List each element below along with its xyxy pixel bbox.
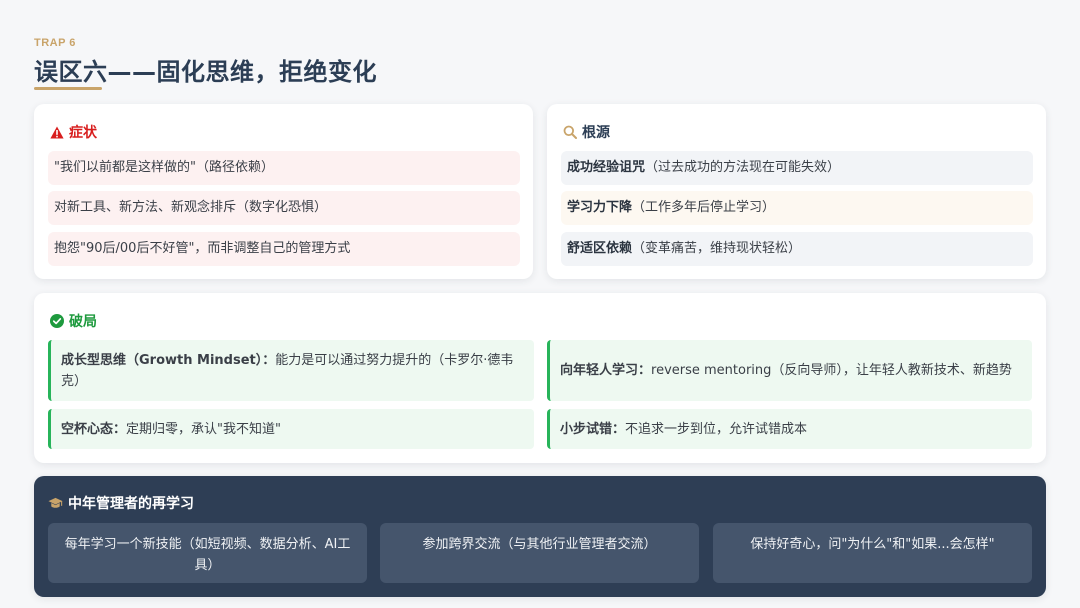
- breakthrough-item: 小步试错：不追求一步到位，允许试错成本: [547, 409, 1032, 449]
- symptom-item: "我们以前都是这样做的"（路径依赖）: [48, 151, 520, 185]
- symptoms-title: 症状: [69, 125, 97, 141]
- relearn-item: 保持好奇心，问"为什么"和"如果...会怎样": [713, 523, 1032, 583]
- magnifier-icon: [562, 125, 577, 140]
- breakthrough-item: 成长型思维（Growth Mindset）：能力是可以通过努力提升的（卡罗尔·德…: [48, 340, 534, 401]
- root-item: 成功经验诅咒 （过去成功的方法现在可能失效）: [561, 151, 1033, 185]
- breakthrough-key: 成长型思维（Growth Mindset）：: [61, 352, 276, 368]
- root-text: （过去成功的方法现在可能失效）: [645, 160, 841, 175]
- relearn-header: 中年管理者的再学习: [48, 493, 194, 513]
- roots-card: 根源 成功经验诅咒 （过去成功的方法现在可能失效） 学习力下降 （工作多年后停止学习…: [547, 104, 1046, 279]
- root-key: 舒适区依赖: [567, 241, 633, 256]
- breakthrough-text: reverse mentoring（反向导师），让年轻人教新技术、新趋势: [651, 363, 1012, 378]
- root-key: 学习力下降: [567, 200, 633, 215]
- breakthrough-key: 小步试错：: [560, 421, 626, 437]
- check-circle-icon: [49, 314, 64, 329]
- symptoms-card: 症状 "我们以前都是这样做的"（路径依赖） 对新工具、新方法、新观念排斥（数字化…: [34, 104, 533, 279]
- breakthrough-text: 不追求一步到位，允许试错成本: [625, 421, 808, 437]
- root-item: 学习力下降 （工作多年后停止学习）: [561, 191, 1033, 225]
- breakthrough-text: 定期归零，承认"我不知道": [126, 421, 281, 437]
- breakthrough-item: 空杯心态：定期归零，承认"我不知道": [48, 409, 534, 449]
- breakthrough-key: 空杯心态：: [61, 421, 127, 437]
- warning-triangle-icon: [49, 125, 64, 140]
- breakthrough-header: 破局: [49, 311, 97, 331]
- relearn-item: 参加跨界交流（与其他行业管理者交流）: [380, 523, 699, 583]
- roots-header: 根源: [562, 122, 610, 142]
- breakthrough-key: 向年轻人学习：: [560, 363, 652, 378]
- breakthrough-title: 破局: [69, 314, 97, 330]
- slide: TRAP 6 误区六——固化思维，拒绝变化 症状 "我们以前都是这样做的"（路径…: [0, 0, 1080, 608]
- symptoms-header: 症状: [49, 122, 97, 142]
- title-underline: [34, 87, 102, 90]
- page-title: 误区六——固化思维，拒绝变化: [34, 58, 377, 86]
- roots-title: 根源: [582, 125, 610, 141]
- symptom-item: 抱怨"90后/00后不好管"，而非调整自己的管理方式: [48, 232, 520, 266]
- root-item: 舒适区依赖 （变革痛苦，维持现状轻松）: [561, 232, 1033, 266]
- root-text: （工作多年后停止学习）: [632, 200, 776, 215]
- breakthrough-card: 破局 成长型思维（Growth Mindset）：能力是可以通过努力提升的（卡罗…: [34, 293, 1046, 463]
- graduation-cap-icon: [48, 496, 63, 511]
- root-key: 成功经验诅咒: [567, 160, 646, 175]
- root-text: （变革痛苦，维持现状轻松）: [632, 241, 802, 256]
- relearn-item: 每年学习一个新技能（如短视频、数据分析、AI工具）: [48, 523, 367, 583]
- relearn-title: 中年管理者的再学习: [68, 496, 194, 512]
- breakthrough-item: 向年轻人学习：reverse mentoring（反向导师），让年轻人教新技术、…: [547, 340, 1032, 401]
- symptom-item: 对新工具、新方法、新观念排斥（数字化恐惧）: [48, 191, 520, 225]
- relearn-card: 中年管理者的再学习 每年学习一个新技能（如短视频、数据分析、AI工具） 参加跨界…: [34, 476, 1046, 597]
- trap-label: TRAP 6: [34, 37, 76, 49]
